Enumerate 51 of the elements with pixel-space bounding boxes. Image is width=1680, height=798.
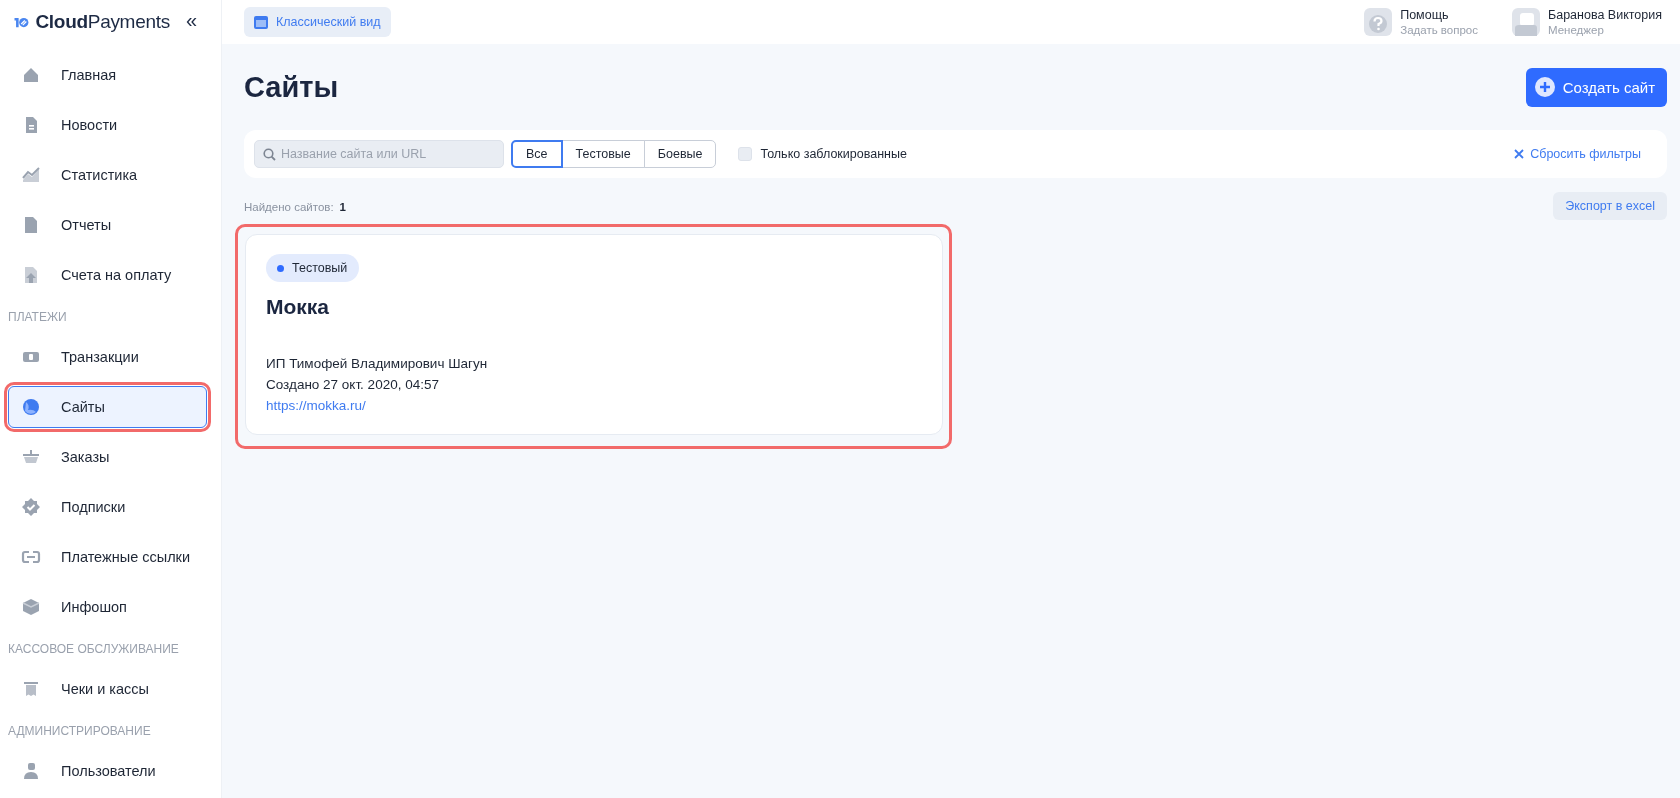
site-name: Мокка — [266, 295, 330, 319]
sidebar-item[interactable]: Новости — [8, 104, 207, 146]
site-owner: ИП Тимофей Владимирович Шагун — [266, 355, 488, 373]
globe-icon — [21, 397, 41, 417]
user-name[interactable]: Баранова Виктория — [1548, 8, 1662, 22]
search-field[interactable]: Название сайта или URL — [254, 140, 504, 168]
cube-icon — [21, 597, 41, 617]
check-badge-icon — [21, 497, 41, 517]
sidebar-item[interactable]: Инфошоп — [8, 586, 207, 628]
filter-tab[interactable]: Все — [511, 140, 563, 168]
section-heading: АДМИНИСТРИРОВАНИЕ — [7, 723, 152, 740]
help-link[interactable]: Помощь — [1400, 8, 1478, 22]
sidebar-item[interactable]: Чеки и кассы — [8, 668, 207, 710]
house-icon — [21, 65, 41, 85]
question-icon[interactable] — [1364, 8, 1393, 36]
filter-tab[interactable]: Тестовые — [561, 140, 645, 168]
sidebar-item[interactable]: Статистика — [8, 154, 207, 196]
sidebar-item[interactable]: Счета на оплату — [8, 254, 207, 296]
sidebar-item[interactable]: Заказы — [8, 436, 207, 478]
sidebar-item[interactable]: Транзакции — [8, 336, 207, 378]
found-count: 1 — [339, 201, 346, 213]
close-icon — [1514, 149, 1525, 159]
found-label: Найдено сайтов: — [244, 201, 334, 213]
section-heading: ПЛАТЕЖИ — [7, 309, 68, 326]
checkbox[interactable] — [738, 147, 753, 161]
sidebar-item[interactable]: Подписки — [8, 486, 207, 528]
classic-view-button[interactable]: Классический вид — [244, 7, 391, 37]
chart-icon — [21, 165, 41, 185]
created-date: Создано 27 окт. 2020, 04:57 — [266, 376, 439, 394]
sidebar-item[interactable]: Главная — [8, 54, 207, 96]
sidebar-item[interactable]: Отчеты — [8, 204, 207, 246]
filter-tab[interactable]: Боевые — [643, 140, 717, 168]
collapse-button[interactable]: « — [175, 8, 207, 36]
plus-icon — [1534, 77, 1555, 97]
section-heading: КАССОВОЕ ОБСЛУЖИВАНИЕ — [7, 641, 180, 658]
help-subtitle: Задать вопрос — [1400, 24, 1478, 36]
create-site-button[interactable]: Создать сайт — [1525, 67, 1667, 107]
page-title: Сайты — [244, 70, 339, 104]
receipt-icon — [21, 679, 41, 699]
site-url-link[interactable]: https://mokka.ru/ — [266, 395, 366, 416]
window-icon — [254, 15, 268, 29]
site-card[interactable]: Тестовый Мокка ИП Тимофей Владимирович Шагун Создано 27 окт. 2020, 04:57 https://mokka.ru/ — [245, 234, 943, 435]
reset-filters-button[interactable]: Сбросить фильтры — [1508, 146, 1647, 162]
checkbox-label: Только заблокированные — [760, 147, 907, 161]
user-icon — [21, 761, 41, 781]
avatar-icon[interactable] — [1512, 8, 1540, 36]
sidebar-item[interactable]: Платежные ссылки — [8, 536, 207, 578]
user-role: Менеджер — [1548, 24, 1605, 36]
sidebar-item[interactable]: Пользователи — [8, 750, 207, 792]
status-badge: Тестовый — [266, 254, 360, 282]
logo-text: CloudPayments — [35, 11, 170, 33]
